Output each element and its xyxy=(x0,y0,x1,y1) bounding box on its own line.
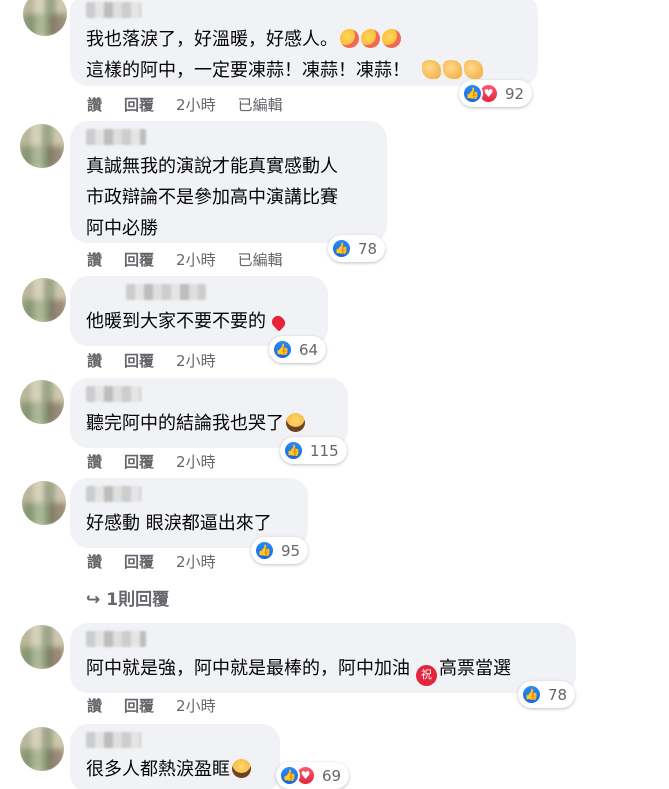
comment-bubble: 很多人都熱淚盈眶 xyxy=(70,724,280,789)
comment-text: 阿中就是強，阿中就是最棒的，阿中加油祝高票當選 xyxy=(86,653,560,686)
commenter-name-blurred[interactable] xyxy=(86,732,141,748)
reaction-count: 78 xyxy=(358,239,378,258)
avatar[interactable] xyxy=(22,278,66,322)
commenter-name-blurred[interactable] xyxy=(86,386,141,402)
reply-button[interactable]: 回覆 xyxy=(124,551,154,572)
red-heart-emoji-icon xyxy=(269,313,288,332)
comment-timestamp[interactable]: 2小時 xyxy=(176,350,216,371)
like-reaction-icon: 👍 xyxy=(272,339,293,360)
reaction-count: 78 xyxy=(548,685,568,704)
commenter-name-blurred[interactable] xyxy=(86,631,146,647)
comment-bubble: 阿中就是強，阿中就是最棒的，阿中加油祝高票當選 xyxy=(70,623,576,693)
comment-actions: 讚 回覆 2小時 xyxy=(87,551,238,572)
comment-text: 很多人都熱淚盈眶 xyxy=(86,754,264,785)
comment-actions: 讚 回覆 2小時 xyxy=(87,451,238,472)
comment-text: 聽完阿中的結論我也哭了 xyxy=(86,408,332,439)
comment-bubble: 我也落淚了，好溫暖，好感人。 這樣的阿中，一定要凍蒜！凍蒜！凍蒜！ xyxy=(70,0,538,86)
comment-text: 這樣的阿中，一定要凍蒜！凍蒜！凍蒜！ xyxy=(86,55,522,86)
like-reaction-icon: 👍 xyxy=(283,440,304,461)
like-reaction-icon: 👍 xyxy=(254,540,275,561)
reaction-count: 95 xyxy=(281,541,301,560)
smiling-hearts-emoji-icon xyxy=(340,29,359,48)
avatar[interactable] xyxy=(20,625,64,669)
like-reaction-icon: 👍 xyxy=(462,83,483,104)
blessing-emoji-icon: 祝 xyxy=(416,665,437,686)
reply-button[interactable]: 回覆 xyxy=(124,249,154,270)
comment-timestamp[interactable]: 2小時 xyxy=(176,551,216,572)
crying-face-emoji-icon xyxy=(286,413,305,432)
reaction-count: 64 xyxy=(299,340,319,359)
comment-text: 阿中必勝 xyxy=(86,218,158,239)
flexed-biceps-emoji-icon xyxy=(422,60,441,79)
like-button[interactable]: 讚 xyxy=(87,249,102,270)
comment-timestamp[interactable]: 2小時 xyxy=(176,249,216,270)
avatar[interactable] xyxy=(20,727,64,771)
reply-button[interactable]: 回覆 xyxy=(124,350,154,371)
like-button[interactable]: 讚 xyxy=(87,551,102,572)
comment-timestamp[interactable]: 2小時 xyxy=(176,94,216,115)
like-button[interactable]: 讚 xyxy=(87,695,102,716)
comment-text: 他暖到大家不要不要的 xyxy=(86,306,312,337)
reply-button[interactable]: 回覆 xyxy=(124,695,154,716)
comment-actions: 讚 回覆 2小時 xyxy=(87,350,238,371)
reaction-count: 92 xyxy=(505,84,525,103)
avatar[interactable] xyxy=(20,124,64,168)
like-reaction-icon: 👍 xyxy=(279,765,300,786)
reply-arrow-icon: ↪ xyxy=(86,590,101,610)
comment-actions: 讚 回覆 2小時 已編輯 xyxy=(87,249,283,270)
commenter-name-blurred[interactable] xyxy=(86,2,141,18)
reaction-count: 69 xyxy=(322,766,342,785)
comment-timestamp[interactable]: 2小時 xyxy=(176,695,216,716)
comment-text: 我也落淚了，好溫暖，好感人。 xyxy=(86,24,522,55)
comment-text: 市政辯論不是參加高中演講比賽 xyxy=(86,187,338,208)
commenter-name-blurred[interactable] xyxy=(86,486,141,502)
like-button[interactable]: 讚 xyxy=(87,451,102,472)
edited-label[interactable]: 已編輯 xyxy=(238,249,283,270)
crying-face-emoji-icon xyxy=(232,759,251,778)
comment-actions: 讚 回覆 2小時 已編輯 xyxy=(87,94,283,115)
reaction-summary[interactable]: 👍 115 xyxy=(280,437,347,464)
smiling-hearts-emoji-icon xyxy=(361,29,380,48)
comment-actions: 讚 回覆 2小時 xyxy=(87,695,238,716)
reply-button[interactable]: 回覆 xyxy=(124,451,154,472)
comment-text: 真誠無我的演說才能真實感動人 xyxy=(86,156,338,177)
view-replies-link[interactable]: ↪ 1則回覆 xyxy=(86,585,169,610)
reaction-summary[interactable]: 👍 78 xyxy=(518,681,576,708)
commenter-name-blurred[interactable] xyxy=(126,284,206,300)
reaction-summary[interactable]: 👍 ♥ 92 xyxy=(459,80,533,107)
reaction-count: 115 xyxy=(310,441,339,460)
like-button[interactable]: 讚 xyxy=(87,350,102,371)
avatar[interactable] xyxy=(22,481,66,525)
reply-button[interactable]: 回覆 xyxy=(124,94,154,115)
view-replies-label: 1則回覆 xyxy=(106,590,170,610)
avatar[interactable] xyxy=(20,380,64,424)
edited-label[interactable]: 已編輯 xyxy=(238,94,283,115)
flexed-biceps-emoji-icon xyxy=(443,60,462,79)
comment-text: 好感動 眼淚都逼出來了 xyxy=(86,513,272,534)
reaction-summary[interactable]: 👍 64 xyxy=(269,336,327,363)
comment-bubble: 真誠無我的演說才能真實感動人 市政辯論不是參加高中演講比賽 阿中必勝 xyxy=(70,121,387,243)
avatar[interactable] xyxy=(23,0,67,36)
like-button[interactable]: 讚 xyxy=(87,94,102,115)
like-reaction-icon: 👍 xyxy=(521,684,542,705)
comment-timestamp[interactable]: 2小時 xyxy=(176,451,216,472)
reaction-summary[interactable]: 👍 95 xyxy=(251,537,309,564)
flexed-biceps-emoji-icon xyxy=(464,60,483,79)
reaction-summary[interactable]: 👍 78 xyxy=(328,235,386,262)
smiling-hearts-emoji-icon xyxy=(382,29,401,48)
like-reaction-icon: 👍 xyxy=(331,238,352,259)
commenter-name-blurred[interactable] xyxy=(86,129,146,145)
reaction-summary[interactable]: 👍 ♥ 69 xyxy=(276,762,350,789)
